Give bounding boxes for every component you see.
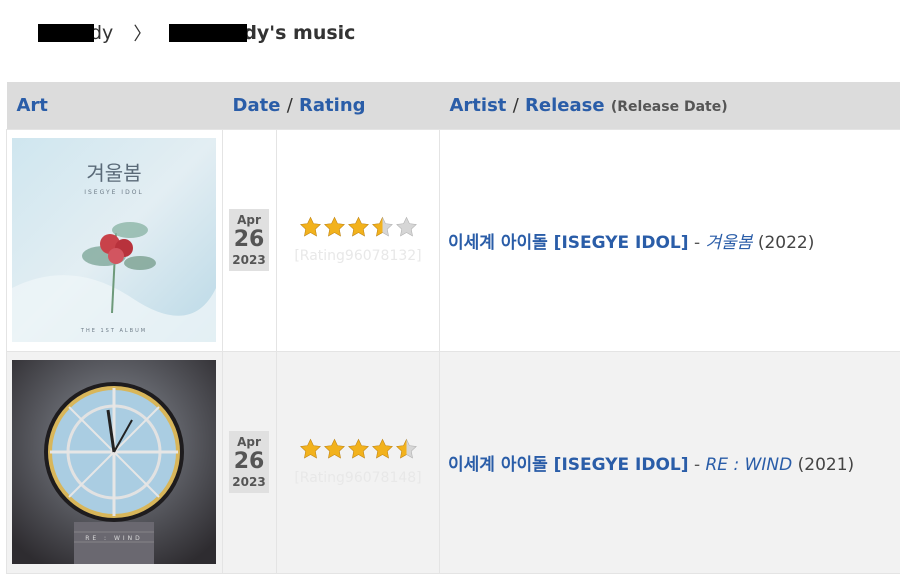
redaction-bar: [38, 24, 94, 42]
header-release-date: (Release Date): [610, 98, 728, 115]
star-icon: [347, 216, 369, 237]
star-icon: [371, 438, 393, 459]
rating-cell: [Rating96078132]: [276, 128, 440, 352]
album-link[interactable]: RE : WIND: [706, 455, 793, 475]
date-year: 2023: [232, 253, 266, 267]
star-rating: [299, 216, 418, 238]
breadcrumb-chevron-icon: 〉: [133, 24, 152, 45]
rating-label: [Rating96078132]: [294, 248, 422, 264]
release-dash: -: [693, 454, 701, 475]
star-icon: [371, 216, 393, 237]
date-day: 26: [233, 227, 265, 252]
release-cell: 이세계 아이돌 [ISEGYE IDOL] - RE : WIND (2021): [439, 350, 900, 574]
star-icon: [323, 438, 345, 459]
date-month: Apr: [237, 213, 261, 227]
breadcrumb-user-link[interactable]: dy: [38, 22, 113, 44]
sort-art-link[interactable]: Art: [17, 95, 48, 116]
album-cover-image[interactable]: 겨울봄 ISEGYE IDOL THE 1ST ALBUM: [12, 138, 216, 342]
sort-rating-link[interactable]: Rating: [299, 95, 365, 116]
header-slash: /: [512, 94, 519, 116]
cover-subtitle-text: ISEGYE IDOL: [84, 189, 144, 196]
star-icon: [347, 438, 369, 459]
star-icon: [299, 438, 321, 459]
star-icon: [395, 216, 417, 237]
cover-footer-text: RE : WIND: [85, 535, 143, 542]
artist-link[interactable]: 이세계 아이돌 [ISEGYE IDOL]: [448, 233, 689, 253]
table-row: RE : WIND Apr 26 2023 [Rating96078148] 이…: [6, 350, 900, 574]
cover-title-text: 겨울봄: [86, 161, 141, 185]
table-header-row: Art Date / Rating Artist / Release (Rele…: [6, 82, 900, 129]
header-date-rating: Date / Rating: [223, 82, 440, 129]
redaction-bar: [169, 24, 248, 42]
release-year: (2021): [797, 454, 855, 475]
star-icon: [395, 438, 417, 459]
header-artist-release: Artist / Release (Release Date): [440, 82, 900, 129]
sort-artist-link[interactable]: Artist: [450, 95, 507, 116]
sort-release-link[interactable]: Release: [525, 95, 605, 116]
release-year: (2022): [757, 232, 815, 253]
ratings-table: Art Date / Rating Artist / Release (Rele…: [6, 82, 900, 574]
album-link[interactable]: 겨울봄: [706, 233, 753, 253]
art-cell: RE : WIND: [6, 350, 223, 574]
date-cell: Apr 26 2023: [222, 128, 277, 352]
breadcrumb-page-text: dy's music: [243, 22, 356, 44]
date-year: 2023: [232, 475, 266, 489]
album-cover-image[interactable]: RE : WIND: [12, 360, 216, 564]
cover-footer-text: THE 1ST ALBUM: [80, 328, 147, 334]
header-slash: /: [286, 94, 293, 116]
release-cell: 이세계 아이돌 [ISEGYE IDOL] - 겨울봄 (2022): [439, 128, 900, 352]
breadcrumb-page-title: dy's music: [169, 22, 355, 44]
date-month: Apr: [237, 435, 261, 449]
breadcrumb: dy 〉 dy's music: [38, 18, 355, 48]
rating-cell: [Rating96078148]: [276, 350, 440, 574]
table-row: 겨울봄 ISEGYE IDOL THE 1ST ALBUM Apr 26 202…: [6, 128, 900, 352]
star-icon: [323, 216, 345, 237]
header-art[interactable]: Art: [7, 82, 223, 129]
artist-link[interactable]: 이세계 아이돌 [ISEGYE IDOL]: [448, 455, 689, 475]
rating-label: [Rating96078148]: [294, 470, 422, 486]
art-cell: 겨울봄 ISEGYE IDOL THE 1ST ALBUM: [6, 128, 223, 352]
date-badge: Apr 26 2023: [229, 209, 269, 271]
date-cell: Apr 26 2023: [222, 350, 277, 574]
date-badge: Apr 26 2023: [229, 431, 269, 493]
sort-date-link[interactable]: Date: [233, 95, 281, 116]
release-dash: -: [693, 232, 701, 253]
star-rating: [299, 438, 418, 460]
star-icon: [299, 216, 321, 237]
date-day: 26: [233, 449, 265, 474]
